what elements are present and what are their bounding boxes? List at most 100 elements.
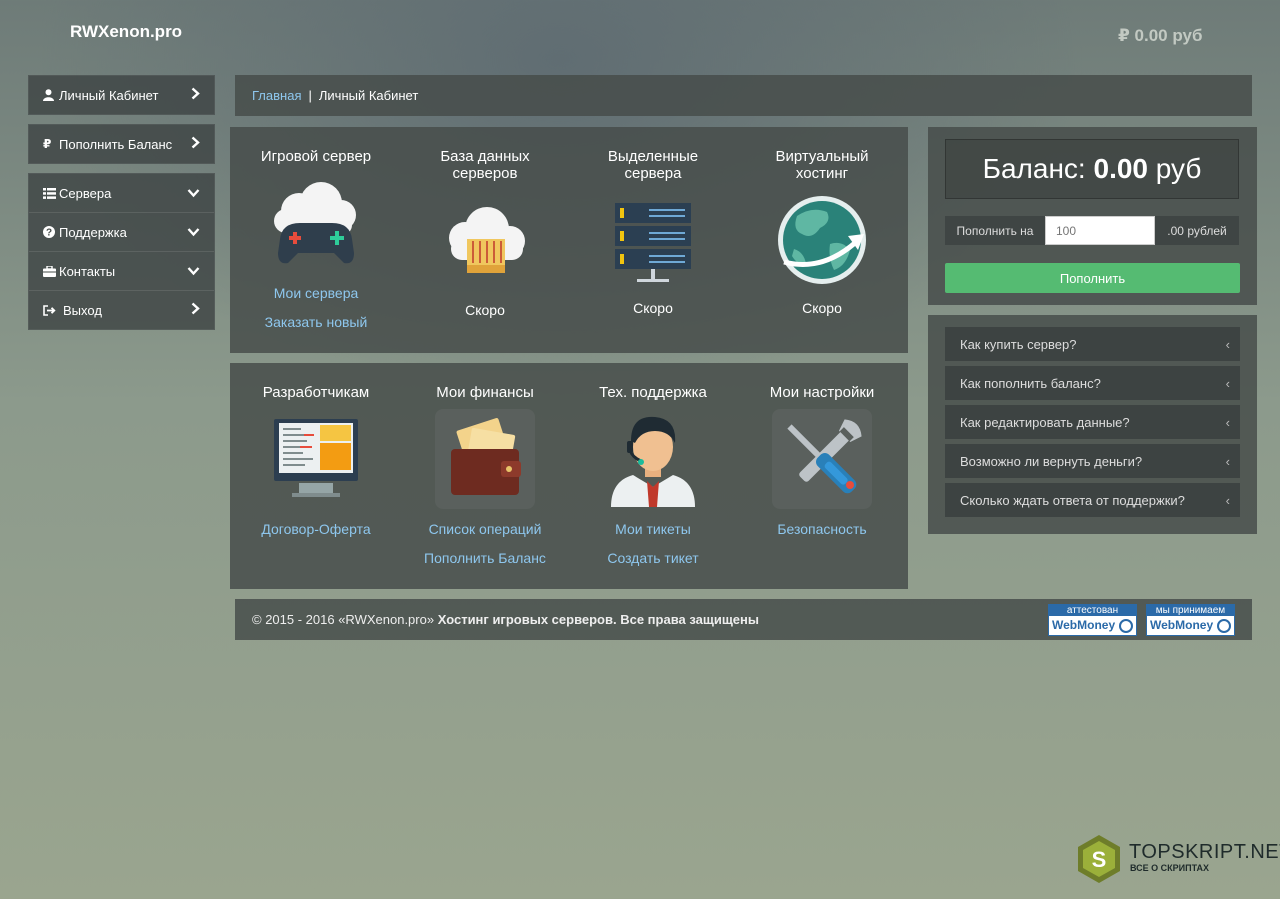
faq-question: Как редактировать данные? bbox=[960, 414, 1130, 430]
tile-title: Разработчикам bbox=[262, 384, 370, 401]
tile-title: Мои настройки bbox=[769, 384, 875, 401]
tile-dedicated: Выделенные сервера Скоро bbox=[568, 148, 738, 348]
tile-finances: Мои финансы Список операций Пополнить Ба… bbox=[400, 384, 570, 566]
question-icon: ? bbox=[43, 226, 59, 238]
monitor-code-icon bbox=[266, 419, 366, 519]
faq-question: Как пополнить баланс? bbox=[960, 375, 1101, 391]
badge-top-text: аттестован bbox=[1049, 605, 1136, 616]
watermark-name: TOPSKRIPT.NET bbox=[1129, 841, 1280, 863]
tile-game-server: Игровой сервер Мои сервера Заказать новы… bbox=[231, 148, 401, 348]
faq-item[interactable]: Как пополнить баланс? ‹ bbox=[945, 366, 1240, 400]
tile-title: База данных серверов bbox=[440, 148, 530, 182]
create-ticket-link[interactable]: Создать тикет bbox=[568, 550, 738, 566]
support-agent-icon bbox=[603, 409, 703, 509]
tile-developers: Разработчикам Договор-Оферта bbox=[231, 384, 401, 537]
tile-status: Скоро bbox=[465, 302, 505, 318]
breadcrumb: Главная | Личный Кабинет bbox=[235, 75, 1252, 116]
list-icon bbox=[43, 187, 59, 199]
breadcrumb-current: Личный Кабинет bbox=[318, 88, 419, 103]
database-cloud-icon bbox=[435, 203, 535, 303]
transactions-link[interactable]: Список операций bbox=[400, 521, 570, 537]
webmoney-globe-icon bbox=[1119, 619, 1133, 633]
breadcrumb-separator: | bbox=[308, 88, 312, 103]
topup-label: Пополнить на bbox=[945, 216, 1045, 245]
my-tickets-link[interactable]: Мои тикеты bbox=[568, 521, 738, 537]
tile-title: Игровой сервер bbox=[260, 148, 372, 165]
briefcase-icon bbox=[43, 265, 59, 277]
chevron-right-icon bbox=[191, 302, 200, 318]
tile-title: Мои финансы bbox=[436, 384, 534, 401]
chevron-left-icon: ‹ bbox=[1225, 414, 1230, 430]
chevron-left-icon: ‹ bbox=[1225, 336, 1230, 352]
sidebar-item-label: Личный Кабинет bbox=[59, 87, 159, 103]
sidebar-item-support[interactable]: ? Поддержка bbox=[29, 212, 214, 251]
footer: © 2015 - 2016 «RWXenon.pro» Хостинг игро… bbox=[235, 599, 1252, 640]
faq-question: Как купить сервер? bbox=[960, 336, 1077, 352]
server-rack-icon bbox=[603, 203, 703, 303]
topskript-logo-icon: S bbox=[1078, 835, 1120, 883]
svg-text:S: S bbox=[1092, 847, 1107, 872]
sidebar-item-label: Сервера bbox=[59, 185, 112, 201]
tile-status: Скоро bbox=[633, 300, 673, 316]
faq-item[interactable]: Как редактировать данные? ‹ bbox=[945, 405, 1240, 439]
chevron-right-icon bbox=[191, 136, 200, 152]
balance-currency: руб bbox=[1155, 153, 1202, 184]
sidebar-item-label: Контакты bbox=[59, 263, 116, 279]
badge-top-text: мы принимаем bbox=[1147, 605, 1234, 616]
topup-form: Пополнить на .00 рублей bbox=[945, 216, 1239, 245]
sidebar-item-servers[interactable]: Сервера bbox=[29, 174, 214, 212]
sidebar-group-account: Личный Кабинет bbox=[28, 75, 215, 115]
offer-contract-link[interactable]: Договор-Оферта bbox=[231, 521, 401, 537]
topup-amount-input[interactable] bbox=[1045, 216, 1155, 245]
tile-title: Виртуальный хостинг bbox=[775, 148, 869, 182]
faq-question: Сколько ждать ответа от поддержки? bbox=[960, 492, 1185, 508]
svg-text:?: ? bbox=[46, 228, 52, 239]
sidebar-item-contacts[interactable]: Контакты bbox=[29, 251, 214, 290]
topup-suffix: .00 рублей bbox=[1155, 216, 1239, 245]
tile-title: Тех. поддержка bbox=[599, 384, 707, 401]
webmoney-attested-badge[interactable]: аттестован WebMoney bbox=[1048, 604, 1137, 636]
footer-tagline: Хостинг игровых серверов. Все права защи… bbox=[437, 612, 759, 627]
sidebar-item-label: Выход bbox=[63, 302, 102, 318]
sidebar-item-account[interactable]: Личный Кабинет bbox=[29, 76, 214, 114]
faq-item[interactable]: Возможно ли вернуть деньги? ‹ bbox=[945, 444, 1240, 478]
chevron-down-icon bbox=[187, 186, 200, 201]
sidebar-item-label: Пополнить Баланс bbox=[59, 136, 173, 152]
footer-copyright: © 2015 - 2016 «RWXenon.pro» bbox=[252, 612, 435, 627]
tools-panel: Разработчикам Договор-Оферта Мои финансы bbox=[230, 363, 908, 589]
tile-title: Выделенные сервера bbox=[607, 148, 699, 182]
sidebar-item-topup[interactable]: ₽ Пополнить Баланс bbox=[29, 125, 214, 163]
sidebar-group-main: Сервера ? Поддержка Контакты Выход bbox=[28, 173, 215, 330]
chevron-left-icon: ‹ bbox=[1225, 492, 1230, 508]
watermark-sub: ВСЕ О СКРИПТАХ bbox=[1130, 863, 1210, 873]
tile-database: База данных серверов Скоро bbox=[400, 148, 570, 348]
webmoney-globe-icon bbox=[1217, 619, 1231, 633]
ruble-icon: ₽ bbox=[43, 137, 52, 151]
services-panel: Игровой сервер Мои сервера Заказать новы… bbox=[230, 127, 908, 353]
order-new-link[interactable]: Заказать новый bbox=[231, 314, 401, 330]
sign-out-icon bbox=[43, 304, 63, 316]
gamepad-cloud-icon bbox=[266, 181, 366, 281]
faq-item[interactable]: Как купить сервер? ‹ bbox=[945, 327, 1240, 361]
webmoney-accept-badge[interactable]: мы принимаем WebMoney bbox=[1146, 604, 1235, 636]
security-link[interactable]: Безопасность bbox=[737, 521, 907, 537]
tile-settings: Мои настройки Безопасность bbox=[737, 384, 907, 537]
sidebar-item-logout[interactable]: Выход bbox=[29, 290, 214, 329]
tools-icon bbox=[772, 409, 872, 509]
balance-display: Баланс: 0.00 руб bbox=[945, 139, 1239, 199]
balance-amount: 0.00 bbox=[1093, 153, 1149, 184]
site-logo[interactable]: RWXenon.pro bbox=[70, 22, 182, 42]
tile-tech-support: Тех. поддержка Мои тикеты Создать тикет bbox=[568, 384, 738, 566]
faq-item[interactable]: Сколько ждать ответа от поддержки? ‹ bbox=[945, 483, 1240, 517]
breadcrumb-home-link[interactable]: Главная bbox=[252, 88, 301, 103]
my-servers-link[interactable]: Мои сервера bbox=[231, 285, 401, 301]
chevron-down-icon bbox=[187, 225, 200, 240]
topskript-watermark: S TOPSKRIPT.NET ВСЕ О СКРИПТАХ bbox=[1073, 833, 1280, 885]
header-balance: ₽ 0.00 руб bbox=[1118, 26, 1203, 45]
user-icon bbox=[43, 89, 59, 101]
chevron-left-icon: ‹ bbox=[1225, 453, 1230, 469]
topup-button[interactable]: Пополнить bbox=[945, 263, 1240, 293]
globe-icon bbox=[772, 194, 872, 294]
topup-balance-link[interactable]: Пополнить Баланс bbox=[400, 550, 570, 566]
sidebar-group-balance: ₽ Пополнить Баланс bbox=[28, 124, 215, 164]
